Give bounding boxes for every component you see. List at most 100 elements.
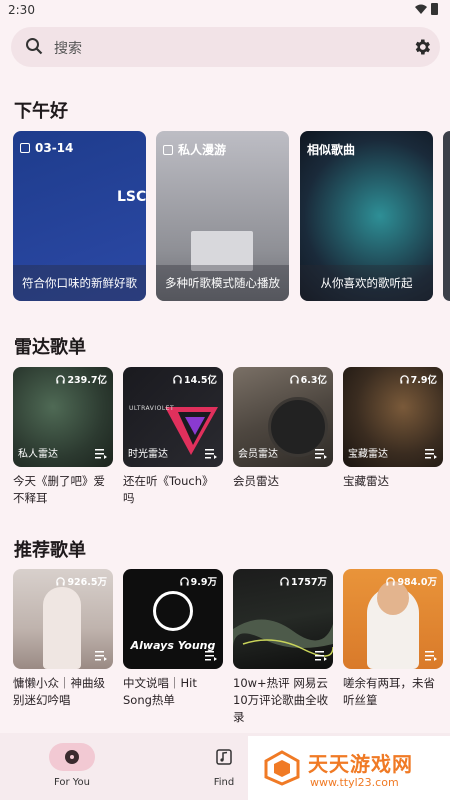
play-count-value: 239.7亿 (67, 375, 107, 386)
watermark-title: 天天游戏网 (308, 752, 413, 776)
playlist-icon[interactable] (95, 449, 107, 459)
private-roaming-card[interactable]: 私人漫游 多种听歌模式随心播放 (156, 131, 289, 301)
cover-text: ULTRAVIOLET (129, 405, 175, 412)
radar-label: 会员雷达 (238, 449, 278, 460)
playlist-card[interactable]: 984.0万 嗟余有两耳，未省听丝篁 (343, 569, 443, 709)
playlist-cover: 6.3亿 会员雷达 (233, 367, 333, 467)
play-count-value: 984.0万 (397, 577, 437, 588)
headphone-icon (386, 576, 396, 586)
status-time: 2:30 (8, 3, 35, 17)
nav-active-pill (49, 743, 95, 771)
wifi-icon (415, 4, 427, 14)
play-count-value: 926.5万 (67, 577, 107, 588)
nav-icon-wrap (201, 743, 247, 771)
radio-icon (163, 144, 173, 155)
search-input[interactable]: 搜索 (54, 38, 82, 58)
status-icons (415, 3, 438, 15)
watermark-url: www.ttyl23.com (310, 776, 399, 789)
nav-label: For You (53, 777, 91, 788)
gear-icon[interactable] (412, 37, 432, 57)
play-count: 926.5万 (56, 574, 107, 588)
radar-label: 宝藏雷达 (348, 449, 388, 460)
radar-section-title: 雷达歌单 (14, 337, 86, 358)
playlist-icon[interactable] (95, 651, 107, 661)
playlist-title: 会员雷达 (233, 474, 279, 488)
playlist-card[interactable]: 7.9亿 宝藏雷达 宝藏雷达 (343, 367, 443, 490)
nav-item-for-you[interactable]: For You (32, 743, 112, 788)
headphone-icon (289, 374, 299, 384)
calendar-icon (20, 143, 30, 153)
playlist-cover: 1757万 (233, 569, 333, 669)
playlist-icon[interactable] (425, 449, 437, 459)
radar-label: 时光雷达 (128, 449, 168, 460)
headphone-icon (56, 374, 66, 384)
play-count: 1757万 (280, 574, 327, 588)
playlist-card[interactable]: 1757万 10w+热评 网易云10万评论歌曲全收录 (233, 569, 333, 726)
play-count-value: 9.9万 (190, 577, 217, 588)
battery-icon (431, 3, 438, 15)
card-caption: 多种听歌模式随心播放 (156, 265, 289, 301)
headphone-icon (280, 576, 289, 586)
playlist-title: 中文说唱｜Hit Song热单 (123, 676, 197, 707)
playlist-title: 嗟余有两耳，未省听丝篁 (343, 676, 435, 707)
cover-figure (43, 587, 81, 669)
playlist-title: 慵懒小众｜神曲级别迷幻吟唱 (13, 676, 105, 707)
play-count-value: 14.5亿 (184, 375, 217, 386)
playlist-cover: 926.5万 (13, 569, 113, 669)
cover-logo-text: LSC (117, 189, 146, 205)
playlist-icon[interactable] (315, 651, 327, 661)
playlist-title: 今天《删了吧》爱不释耳 (13, 474, 105, 505)
watermark-logo-icon (264, 750, 300, 786)
play-count-value: 1757万 (291, 577, 327, 588)
music-note-icon (216, 749, 232, 765)
playlist-cover: 239.7亿 私人雷达 (13, 367, 113, 467)
recommend-section-title: 推荐歌单 (14, 540, 86, 561)
playlist-icon[interactable] (205, 449, 217, 459)
similar-songs-card[interactable]: 相似歌曲 从你喜欢的歌听起 (300, 131, 433, 301)
cover-emblem (153, 591, 193, 631)
card-caption: 从你喜欢的歌听起 (300, 265, 433, 301)
playlist-card[interactable]: Always Young 9.9万 中文说唱｜Hit Song热单 (123, 569, 223, 709)
play-count-value: 7.9亿 (410, 375, 437, 386)
radar-label: 私人雷达 (18, 449, 58, 460)
play-count: 7.9亿 (399, 372, 437, 386)
playlist-cover: Always Young 9.9万 (123, 569, 223, 669)
watermark: 天天游戏网 www.ttyl23.com (248, 736, 450, 800)
playlist-card[interactable]: 239.7亿 私人雷达 今天《删了吧》爱不释耳 (13, 367, 113, 507)
playlist-cover: ULTRAVIOLET 14.5亿 时光雷达 (123, 367, 223, 467)
playlist-cover: 7.9亿 宝藏雷达 (343, 367, 443, 467)
search-icon (26, 38, 43, 55)
playlist-icon[interactable] (205, 651, 217, 661)
playlist-cover: 984.0万 (343, 569, 443, 669)
card-head: 相似歌曲 (307, 141, 355, 158)
playlist-card[interactable]: 6.3亿 会员雷达 会员雷达 (233, 367, 333, 490)
card-head: 私人漫游 (163, 141, 226, 158)
next-card-peek[interactable] (443, 131, 450, 301)
play-count: 14.5亿 (173, 372, 217, 386)
playlist-title: 还在听《Touch》吗 (123, 474, 214, 505)
card-caption: 符合你口味的新鲜好歌 (13, 265, 146, 301)
playlist-card[interactable]: 926.5万 慵懒小众｜神曲级别迷幻吟唱 (13, 569, 113, 709)
search-bar[interactable]: 搜索 (11, 27, 440, 67)
playlist-card[interactable]: ULTRAVIOLET 14.5亿 时光雷达 还在听《Touch》吗 (123, 367, 223, 507)
card-head-label: 相似歌曲 (307, 143, 356, 157)
playlist-title: 宝藏雷达 (343, 474, 389, 488)
status-bar: 2:30 (0, 0, 450, 20)
play-count: 984.0万 (386, 574, 437, 588)
playlist-icon[interactable] (425, 651, 437, 661)
headphone-icon (399, 374, 409, 384)
play-count-value: 6.3亿 (300, 375, 327, 386)
card-head-label: 私人漫游 (178, 143, 227, 157)
card-head: 03-14 (20, 141, 73, 155)
daily-recommend-card[interactable]: 03-14 LSC 符合你口味的新鲜好歌 (13, 131, 146, 301)
play-count: 6.3亿 (289, 372, 327, 386)
play-count: 9.9万 (179, 574, 217, 588)
headphone-icon (56, 576, 66, 586)
greeting-title: 下午好 (14, 101, 68, 122)
card-head-label: 03-14 (35, 141, 74, 155)
play-count: 239.7亿 (56, 372, 107, 386)
playlist-title: 10w+热评 网易云10万评论歌曲全收录 (233, 676, 329, 724)
headphone-icon (173, 374, 182, 384)
disc-icon (65, 750, 79, 764)
playlist-icon[interactable] (315, 449, 327, 459)
